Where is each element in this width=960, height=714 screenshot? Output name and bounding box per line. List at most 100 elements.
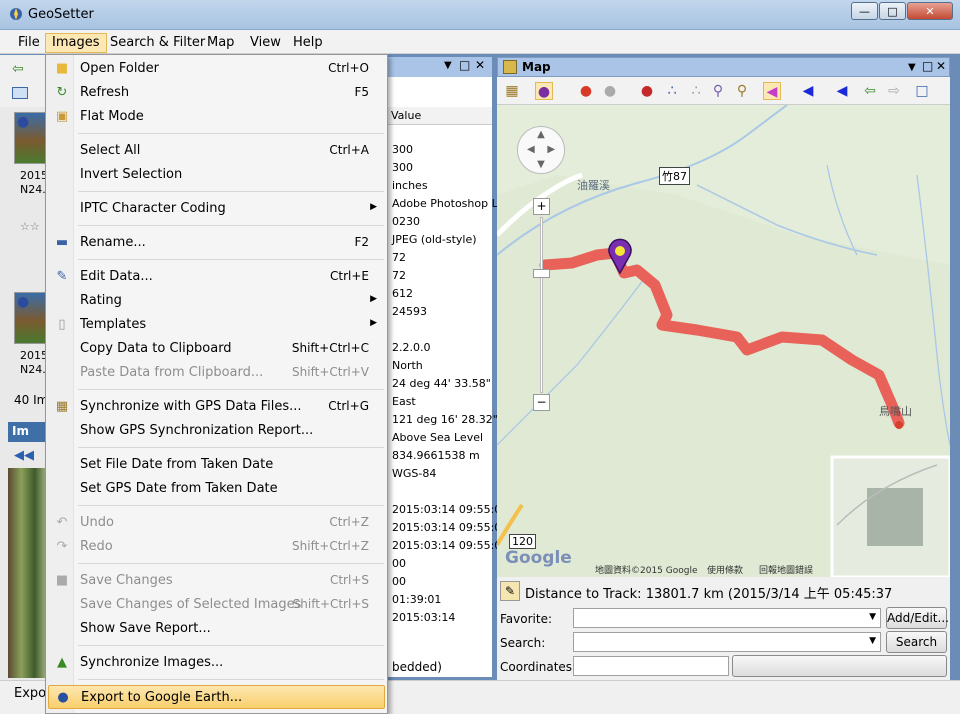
- menu-item-label: Templates: [80, 317, 147, 332]
- menu-item-shortcut: Shift+Ctrl+Z: [292, 539, 369, 553]
- menu-map[interactable]: Map: [200, 33, 241, 53]
- close-panel-icon[interactable]: ✕: [475, 58, 485, 72]
- menu-item-shortcut: F2: [354, 235, 369, 249]
- favorite-select[interactable]: ▼: [573, 608, 881, 628]
- terms-link[interactable]: 使用條款: [707, 563, 743, 576]
- menu-item-label: Save Changes: [80, 573, 173, 588]
- pan-control[interactable]: ▲ ◀ ▶ ▼: [517, 126, 565, 174]
- maximize-panel-icon[interactable]: □: [459, 58, 470, 72]
- flag-blue-track-icon[interactable]: ◀: [833, 82, 851, 100]
- menu-search-filter[interactable]: Search & Filter: [103, 33, 212, 53]
- coordinates-button[interactable]: [732, 655, 947, 677]
- map-view[interactable]: ▲ ◀ ▶ ▼ + − 竹87 120 油羅溪 鳥嘴山 Google 地圖資料©…: [497, 105, 950, 577]
- menu-item-shortcut: Ctrl+A: [329, 143, 369, 157]
- menu-view[interactable]: View: [243, 33, 288, 53]
- back-arrow-icon[interactable]: ⇦: [12, 61, 24, 77]
- flag-magenta-icon[interactable]: ◀: [763, 82, 781, 100]
- zoom-in-button[interactable]: +: [533, 198, 550, 215]
- marker-mode-icon[interactable]: ●: [535, 82, 553, 100]
- zoom-slider[interactable]: [540, 217, 543, 393]
- pin-assign-icon[interactable]: ●: [638, 82, 656, 100]
- pin-red-icon[interactable]: ●: [577, 82, 595, 100]
- menu-item-rename[interactable]: ▬ Rename... F2: [48, 231, 385, 255]
- minimize-button[interactable]: —: [851, 2, 878, 20]
- maximize-panel-icon[interactable]: □: [922, 59, 933, 73]
- pin-gray-icon[interactable]: ●: [601, 82, 619, 100]
- menu-item-shortcut: Ctrl+O: [328, 61, 369, 75]
- detail-value: 300: [392, 161, 413, 174]
- menu-separator: [78, 133, 384, 134]
- menu-item-open-folder[interactable]: ■ Open Folder Ctrl+O: [48, 57, 385, 81]
- title-bar: GeoSetter — □ ✕: [0, 0, 960, 30]
- detail-value: 2015:03:14 09:55:0: [392, 539, 502, 552]
- menu-item-label: Export to Google Earth...: [81, 690, 243, 705]
- menu-item-label: Paste Data from Clipboard...: [80, 365, 264, 380]
- plus-icon: +: [536, 199, 547, 213]
- menu-item-iptc-character-coding[interactable]: IPTC Character Coding ▶: [48, 197, 385, 221]
- menu-item-copy-data-to-clipboard[interactable]: Copy Data to Clipboard Shift+Ctrl+C: [48, 337, 385, 361]
- coordinates-input[interactable]: [573, 656, 729, 676]
- search-button[interactable]: Search: [886, 631, 947, 653]
- thumbnail-coord: N24.: [20, 183, 46, 196]
- menu-help[interactable]: Help: [286, 33, 330, 53]
- menu-item-shortcut: Shift+Ctrl+V: [292, 365, 369, 379]
- rating-stars-icon[interactable]: ☆☆: [20, 220, 40, 233]
- menu-file[interactable]: File: [11, 33, 47, 53]
- menu-item-refresh[interactable]: ↻ Refresh F5: [48, 81, 385, 105]
- edit-data-icon: ✎: [56, 269, 68, 284]
- pan-down-icon[interactable]: ▼: [537, 159, 545, 170]
- menu-item-templates[interactable]: ▯ Templates ▶: [48, 313, 385, 337]
- flag-blue-icon[interactable]: ◀: [799, 82, 817, 100]
- menu-separator: [78, 679, 384, 680]
- menu-item-invert-selection[interactable]: Invert Selection: [48, 163, 385, 187]
- menu-item-set-gps-date-from-taken-date[interactable]: Set GPS Date from Taken Date: [48, 477, 385, 501]
- menu-item-show-save-report[interactable]: Show Save Report...: [48, 617, 385, 641]
- menu-item-export-to-google-earth[interactable]: ● Export to Google Earth...: [48, 685, 385, 709]
- menu-item-label: Redo: [80, 539, 113, 554]
- close-button[interactable]: ✕: [907, 2, 953, 20]
- menu-item-redo: ↷ Redo Shift+Ctrl+Z: [48, 535, 385, 559]
- search-input[interactable]: ▼: [573, 632, 881, 652]
- menu-images[interactable]: Images: [45, 33, 107, 53]
- add-edit-favorite-button[interactable]: Add/Edit...: [886, 607, 949, 629]
- comment-icon[interactable]: □: [913, 82, 931, 100]
- pan-left-icon[interactable]: ◀: [527, 144, 535, 155]
- menu-item-show-gps-synchronization-report[interactable]: Show GPS Synchronization Report...: [48, 419, 385, 443]
- menu-item-set-file-date-from-taken-date[interactable]: Set File Date from Taken Date: [48, 453, 385, 477]
- report-error-link[interactable]: 回報地圖錯誤: [759, 563, 813, 576]
- maximize-button[interactable]: □: [879, 2, 906, 20]
- menu-item-edit-data[interactable]: ✎ Edit Data... Ctrl+E: [48, 265, 385, 289]
- pan-right-icon[interactable]: ▶: [547, 144, 555, 155]
- value-column-header[interactable]: Value: [386, 107, 492, 125]
- zoom-out-button[interactable]: −: [533, 394, 550, 411]
- menu-item-flat-mode[interactable]: ▣ Flat Mode: [48, 105, 385, 129]
- view-mode-icon[interactable]: [12, 87, 28, 99]
- first-image-icon[interactable]: ◀◀: [14, 448, 34, 463]
- menu-separator: [78, 645, 384, 646]
- menu-item-label: Synchronize with GPS Data Files...: [80, 399, 302, 414]
- zoom-slider-handle[interactable]: [533, 269, 550, 278]
- cluster-icon[interactable]: ∴: [687, 82, 705, 100]
- pencil-icon[interactable]: ✎: [500, 581, 520, 601]
- menu-item-synchronize-with-gps-data-files[interactable]: ▦ Synchronize with GPS Data Files... Ctrl+…: [48, 395, 385, 419]
- menu-item-synchronize-images[interactable]: ▲ Synchronize Images...: [48, 651, 385, 675]
- search-location-icon[interactable]: ⚲: [709, 82, 727, 100]
- detail-value: North: [392, 359, 423, 372]
- close-panel-icon[interactable]: ✕: [936, 59, 946, 73]
- search-label: Search:: [500, 636, 546, 650]
- dropdown-icon[interactable]: ▼: [444, 60, 452, 71]
- dropdown-icon[interactable]: ▼: [908, 62, 916, 73]
- menu-item-select-all[interactable]: Select All Ctrl+A: [48, 139, 385, 163]
- back-arrow-icon[interactable]: ⇦: [861, 82, 879, 100]
- detail-value: JPEG (old-style): [392, 233, 477, 246]
- map-type-icon[interactable]: ▦: [503, 82, 521, 100]
- scatter-icon[interactable]: ∴: [663, 82, 681, 100]
- zoom-search-icon[interactable]: ⚲: [733, 82, 751, 100]
- pan-up-icon[interactable]: ▲: [537, 129, 545, 140]
- detail-value: 300: [392, 143, 413, 156]
- forward-arrow-icon[interactable]: ⇨: [885, 82, 903, 100]
- submenu-arrow-icon: ▶: [370, 294, 377, 304]
- menu-item-rating[interactable]: Rating ▶: [48, 289, 385, 313]
- thumbnail-coord: N24.: [20, 363, 46, 376]
- thumbnail-date: 2015: [20, 349, 48, 362]
